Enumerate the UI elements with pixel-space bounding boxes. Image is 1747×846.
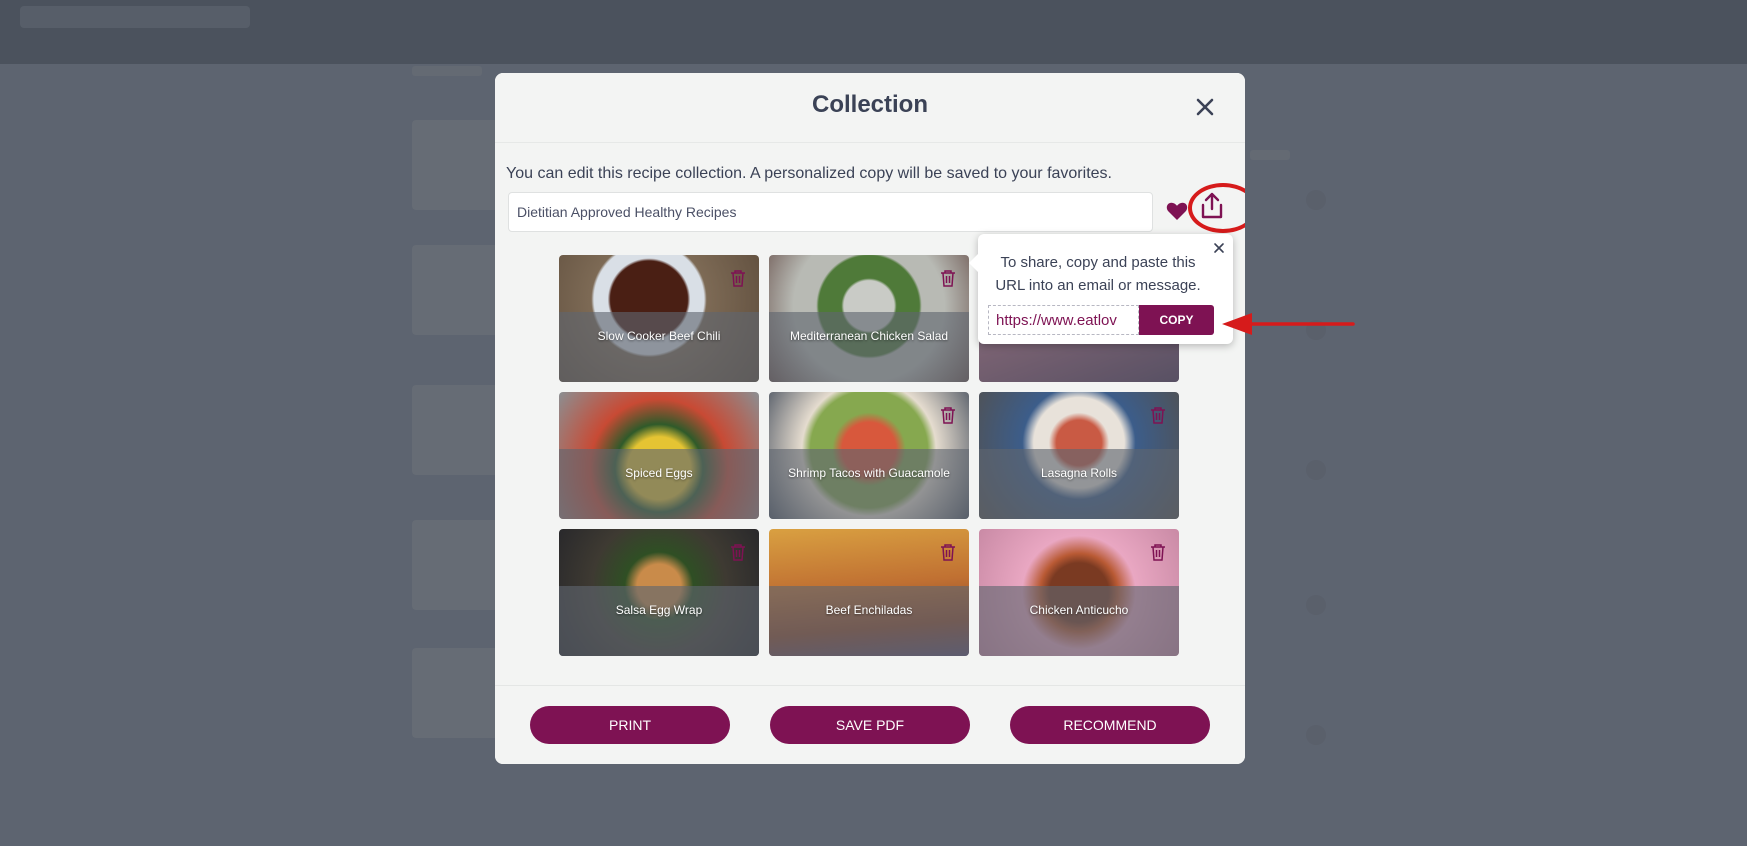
recipe-card[interactable]: Salsa Egg Wrap <box>559 529 759 656</box>
recipe-title: Lasagna Rolls <box>1040 466 1118 480</box>
background-top-bar <box>0 0 1747 64</box>
arrow-annotation <box>1222 313 1355 335</box>
recipe-title: Chicken Anticucho <box>1029 603 1129 617</box>
modal-title: Collection <box>811 91 928 118</box>
recipe-card[interactable]: Spiced Eggs <box>559 392 759 519</box>
recipe-title: Slow Cooker Beef Chili <box>597 329 721 343</box>
share-popover: To share, copy and paste this URL into a… <box>969 234 1233 344</box>
share-instructions: To share, copy and paste this URL into a… <box>995 254 1201 294</box>
recipe-label-band <box>769 586 969 656</box>
recipe-title: Beef Enchiladas <box>825 603 913 617</box>
background-icon <box>1306 725 1326 745</box>
heart-icon[interactable] <box>1165 199 1189 223</box>
trash-icon[interactable] <box>940 269 956 287</box>
recipe-label-band <box>769 312 969 382</box>
recipe-label-band <box>979 449 1179 519</box>
recipe-label-band <box>769 449 969 519</box>
trash-icon[interactable] <box>730 269 746 287</box>
trash-icon[interactable] <box>940 543 956 561</box>
modal-header: Collection <box>495 73 1245 143</box>
print-button[interactable]: PRINT <box>530 706 730 744</box>
trash-icon[interactable] <box>1150 543 1166 561</box>
background-text <box>1250 150 1290 160</box>
close-icon[interactable] <box>1193 95 1217 119</box>
recipe-title: Mediterranean Chicken Salad <box>789 329 949 343</box>
close-icon[interactable] <box>1212 241 1226 255</box>
copy-button[interactable]: COPY <box>1139 305 1214 335</box>
save-pdf-button[interactable]: SAVE PDF <box>770 706 970 744</box>
background-logo <box>20 6 250 28</box>
recipe-card[interactable]: Shrimp Tacos with Guacamole <box>769 392 969 519</box>
trash-icon[interactable] <box>940 406 956 424</box>
trash-icon[interactable] <box>1150 406 1166 424</box>
background-icon <box>1306 595 1326 615</box>
trash-icon[interactable] <box>730 543 746 561</box>
background-text <box>412 66 482 76</box>
collection-intro-text: You can edit this recipe collection. A p… <box>506 165 1112 182</box>
share-highlight-annotation <box>1188 183 1245 233</box>
recipe-label-band <box>559 449 759 519</box>
recipe-title: Spiced Eggs <box>625 466 693 480</box>
recipe-card[interactable]: Slow Cooker Beef Chili <box>559 255 759 382</box>
recipe-label-band <box>559 312 759 382</box>
background-icon <box>1306 460 1326 480</box>
modal-footer: PRINT SAVE PDF RECOMMEND <box>495 685 1245 764</box>
recipe-card[interactable]: Beef Enchiladas <box>769 529 969 656</box>
recipe-title: Salsa Egg Wrap <box>615 603 703 617</box>
recipe-card[interactable]: Mediterranean Chicken Salad <box>769 255 969 382</box>
recommend-button[interactable]: RECOMMEND <box>1010 706 1210 744</box>
collection-modal: Collection You can edit this recipe coll… <box>495 73 1245 764</box>
recipe-card[interactable]: Lasagna Rolls <box>979 392 1179 519</box>
collection-name-input[interactable] <box>508 192 1153 232</box>
recipe-label-band <box>979 586 1179 656</box>
background-icon <box>1306 190 1326 210</box>
recipe-label-band <box>559 586 759 656</box>
share-url-field[interactable] <box>988 305 1139 335</box>
recipe-card[interactable]: Chicken Anticucho <box>979 529 1179 656</box>
recipe-title: Shrimp Tacos with Guacamole <box>788 466 950 480</box>
